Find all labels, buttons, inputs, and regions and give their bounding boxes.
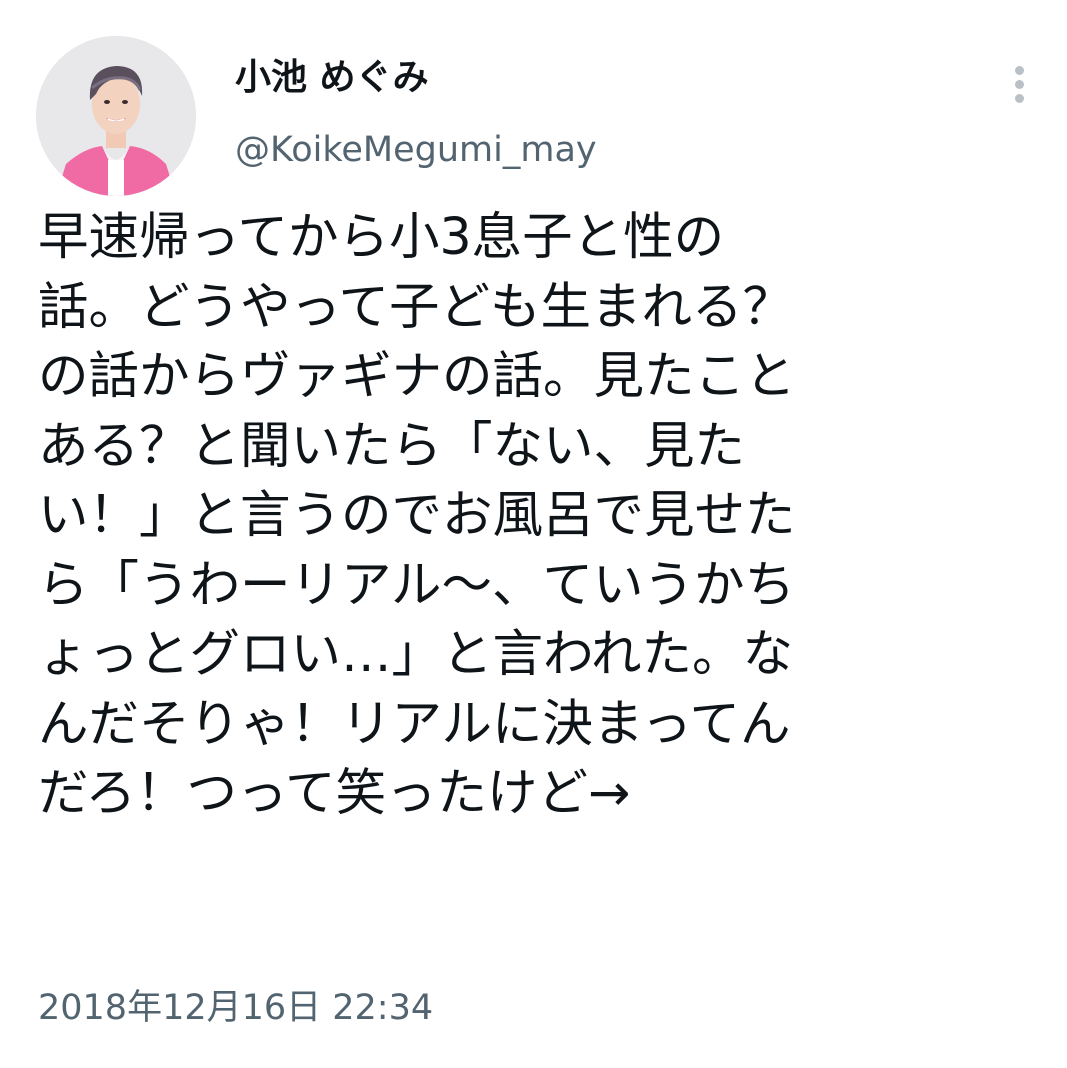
author-handle[interactable]: @KoikeMegumi_may — [235, 128, 597, 172]
tweet-text-line: ら「うわーリアル〜、ていうかち — [38, 554, 795, 614]
tweet-text-line: 話。どうやって子ども生まれる？ — [38, 276, 793, 336]
more-vertical-icon — [1014, 65, 1024, 75]
tweet-text-line: んだそりゃ！リアルに決まってん — [38, 693, 791, 753]
tweet-header: 小池 めぐみ @KoikeMegumi_may — [36, 36, 1031, 196]
more-vertical-icon-dot — [1014, 79, 1024, 89]
more-vertical-icon-dot — [1014, 93, 1024, 103]
author-names: 小池 めぐみ @KoikeMegumi_may — [235, 54, 597, 172]
tweet-text-line: い！」と言うのでお風呂で見せた — [38, 485, 796, 544]
tweet-body: 早速帰ってから小3息子と性の 話。どうやって子ども生まれる？ の話からヴァギナの… — [38, 202, 1038, 828]
author-display-name[interactable]: 小池 めぐみ — [235, 54, 597, 102]
tweet-text-line: の話からヴァギナの話。見たこと — [38, 346, 796, 405]
tweet-text-line: ょっとグロい…」と言われた。な — [38, 624, 793, 683]
tweet-text-line: 早速帰ってから小3息子と性の — [38, 207, 725, 266]
avatar-image — [36, 36, 196, 196]
avatar[interactable] — [36, 36, 196, 196]
tweet: 小池 めぐみ @KoikeMegumi_may 早速帰ってから小3息子と性の 話… — [0, 0, 1067, 1068]
more-options-button[interactable] — [1007, 60, 1031, 108]
tweet-text-line: ある？と聞いたら「ない、見た — [38, 415, 745, 475]
tweet-text-line: だろ！つって笑ったけど→ — [38, 763, 631, 822]
tweet-timestamp[interactable]: 2018年12月16日 22:34 — [38, 984, 433, 1032]
